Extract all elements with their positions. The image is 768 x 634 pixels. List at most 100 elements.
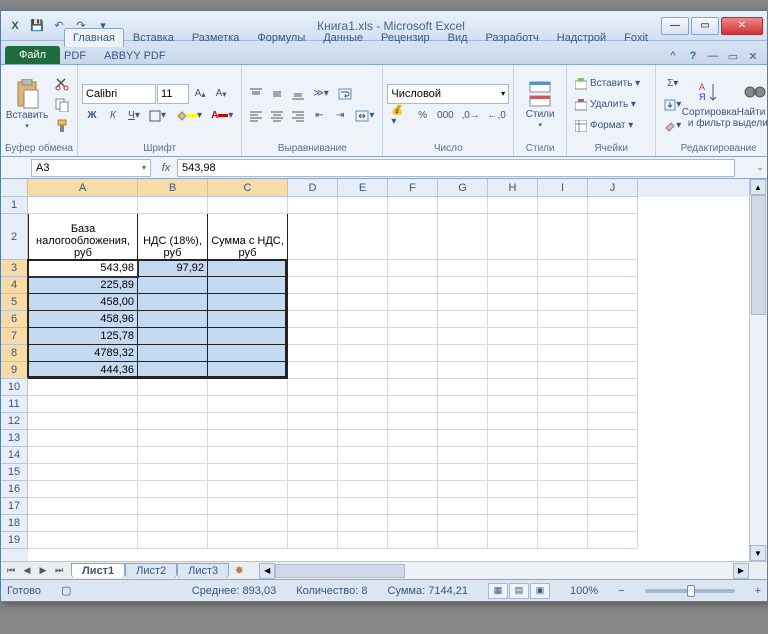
cell-E6[interactable] [338,311,388,328]
align-bottom-button[interactable] [288,84,308,104]
ribbon-tab-5[interactable]: Рецензир [372,28,439,47]
cell-J13[interactable] [588,430,638,447]
cell-I19[interactable] [538,532,588,549]
column-header-E[interactable]: E [338,179,388,197]
excel-icon[interactable]: X [5,16,25,36]
cell-F2[interactable] [388,214,438,260]
formula-expand-icon[interactable]: ⌄ [753,162,767,173]
cell-H12[interactable] [488,413,538,430]
doc-restore-icon[interactable]: ▭ [725,48,741,64]
ribbon-tab-2[interactable]: Разметка [183,28,249,47]
cell-I9[interactable] [538,362,588,379]
cell-H4[interactable] [488,277,538,294]
fill-color-button[interactable]: ▾ [171,106,206,126]
cell-I2[interactable] [538,214,588,260]
scroll-up-button[interactable]: ▲ [750,179,766,195]
cell-F15[interactable] [388,464,438,481]
cell-J18[interactable] [588,515,638,532]
cell-C13[interactable] [208,430,288,447]
cell-D16[interactable] [288,481,338,498]
close-button[interactable]: ✕ [721,17,763,35]
cell-J9[interactable] [588,362,638,379]
cell-C8[interactable] [208,345,288,362]
row-header-10[interactable]: 10 [1,379,28,396]
cell-G15[interactable] [438,464,488,481]
wrap-text-button[interactable] [334,84,356,104]
cell-B4[interactable] [138,277,208,294]
row-header-2[interactable]: 2 [1,214,28,260]
cell-H9[interactable] [488,362,538,379]
cell-C2[interactable]: Сумма с НДС, руб [208,214,288,260]
cell-J2[interactable] [588,214,638,260]
cell-G1[interactable] [438,197,488,214]
cell-E12[interactable] [338,413,388,430]
row-header-4[interactable]: 4 [1,277,28,294]
cell-G6[interactable] [438,311,488,328]
ribbon-minimize-icon[interactable]: ^ [665,48,681,64]
cell-E8[interactable] [338,345,388,362]
cell-J6[interactable] [588,311,638,328]
cell-G8[interactable] [438,345,488,362]
cell-A16[interactable] [28,481,138,498]
scroll-right-button[interactable]: ▶ [733,563,749,579]
cell-B8[interactable] [138,345,208,362]
cell-C15[interactable] [208,464,288,481]
cell-G11[interactable] [438,396,488,413]
cell-C4[interactable] [208,277,288,294]
row-header-1[interactable]: 1 [1,197,28,214]
cell-B14[interactable] [138,447,208,464]
cell-H11[interactable] [488,396,538,413]
cell-D19[interactable] [288,532,338,549]
cell-I7[interactable] [538,328,588,345]
cell-J10[interactable] [588,379,638,396]
align-top-button[interactable] [246,84,266,104]
cell-E14[interactable] [338,447,388,464]
cell-C7[interactable] [208,328,288,345]
cell-G18[interactable] [438,515,488,532]
cell-F19[interactable] [388,532,438,549]
border-button[interactable]: ▾ [145,106,170,126]
cell-D2[interactable] [288,214,338,260]
select-all-corner[interactable] [1,179,28,197]
cell-E15[interactable] [338,464,388,481]
ribbon-tab-8[interactable]: Надстрой [548,28,615,47]
cell-E3[interactable] [338,260,388,277]
help-icon[interactable]: ? [685,48,701,64]
cell-F8[interactable] [388,345,438,362]
cell-D18[interactable] [288,515,338,532]
cell-J5[interactable] [588,294,638,311]
cell-J14[interactable] [588,447,638,464]
cell-F14[interactable] [388,447,438,464]
cell-A17[interactable] [28,498,138,515]
cell-B15[interactable] [138,464,208,481]
cell-B3[interactable]: 97,92 [138,260,208,277]
orientation-button[interactable]: ≫▾ [309,84,333,104]
column-header-B[interactable]: B [138,179,208,197]
ribbon-tab-1[interactable]: Вставка [124,28,183,47]
cell-H7[interactable] [488,328,538,345]
format-painter-button[interactable] [51,116,73,136]
cell-I13[interactable] [538,430,588,447]
row-header-8[interactable]: 8 [1,345,28,362]
cell-I6[interactable] [538,311,588,328]
cell-I8[interactable] [538,345,588,362]
cell-A9[interactable]: 444,36 [28,362,138,379]
cell-A6[interactable]: 458,96 [28,311,138,328]
minimize-button[interactable]: — [661,17,689,35]
cell-I18[interactable] [538,515,588,532]
column-header-F[interactable]: F [388,179,438,197]
decrease-indent-button[interactable]: ⇤ [309,106,329,126]
delete-cells-button[interactable]: Удалить ▾ [571,95,651,115]
cell-A3[interactable]: 543,98 [28,260,138,277]
hscroll-thumb[interactable] [275,564,405,578]
cell-G2[interactable] [438,214,488,260]
row-header-13[interactable]: 13 [1,430,28,447]
cells-area[interactable]: База налогообложения, рубНДС (18%), рубС… [28,197,749,561]
column-header-I[interactable]: I [538,179,588,197]
zoom-slider[interactable] [645,589,735,593]
bold-button[interactable]: Ж [82,106,102,126]
column-header-G[interactable]: G [438,179,488,197]
zoom-in-button[interactable]: + [755,585,761,597]
cell-J3[interactable] [588,260,638,277]
row-header-17[interactable]: 17 [1,498,28,515]
